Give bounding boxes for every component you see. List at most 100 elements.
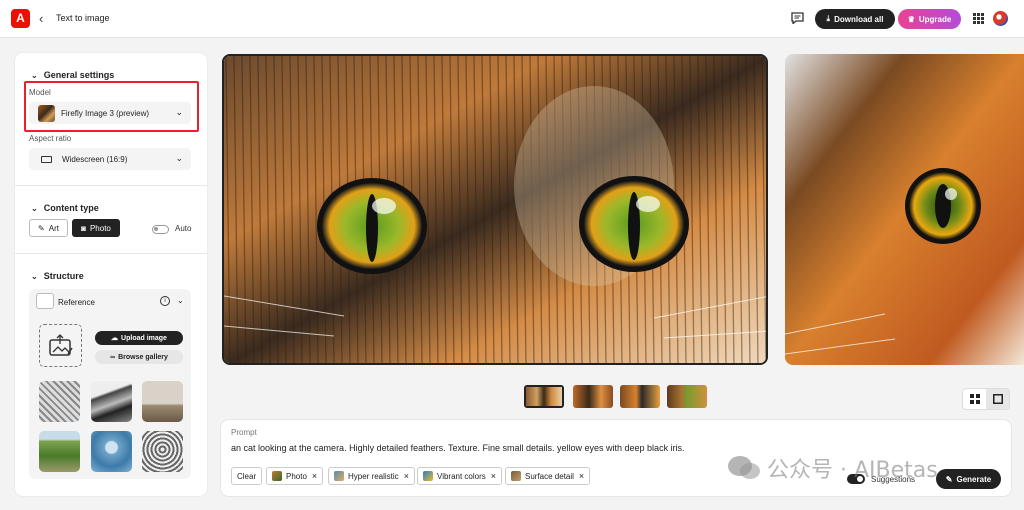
general-settings-heading: General settings — [43, 70, 115, 80]
clear-label: Clear — [237, 471, 257, 481]
generated-image-secondary[interactable] — [785, 54, 1024, 365]
vibrant-colors-icon — [423, 471, 433, 481]
download-all-button[interactable]: ⤓ Download all — [815, 9, 895, 29]
cat-eyes-image — [224, 56, 766, 363]
content-type-toggle[interactable]: ⌄ Content type — [31, 203, 99, 213]
model-select[interactable]: Firefly Image 3 (preview) ⌄ — [29, 102, 191, 124]
brush-icon: ✎ — [38, 223, 45, 233]
auto-toggle[interactable] — [152, 225, 169, 234]
reference-thumbnail[interactable] — [39, 431, 80, 472]
camera-icon: ◙ — [81, 223, 86, 233]
style-tag-hyper-realistic[interactable]: Hyper realistic × — [328, 467, 415, 485]
chevron-down-icon[interactable]: ⌄ — [177, 296, 184, 305]
avatar[interactable] — [993, 11, 1008, 26]
grid-icon — [969, 394, 980, 404]
generate-button[interactable]: ✎ Generate — [936, 469, 1001, 489]
download-all-label: Download all — [834, 14, 884, 24]
surface-detail-icon — [511, 471, 521, 481]
wechat-icon — [728, 456, 760, 479]
widescreen-icon — [41, 155, 52, 163]
close-icon[interactable]: × — [404, 471, 409, 481]
content-type-heading: Content type — [43, 203, 99, 213]
hyper-realistic-icon — [334, 471, 344, 481]
divider — [15, 253, 207, 254]
reference-label: Reference — [58, 298, 95, 307]
clear-button[interactable]: Clear — [231, 467, 263, 485]
aspect-ratio-value: Widescreen (16:9) — [62, 154, 128, 164]
reference-thumbnail[interactable] — [39, 381, 80, 422]
general-settings-toggle[interactable]: ⌄ General settings — [31, 70, 114, 80]
reference-thumbnail[interactable] — [142, 381, 183, 422]
style-tag-surface-detail[interactable]: Surface detail × — [505, 467, 591, 485]
reference-thumbnail[interactable] — [91, 381, 132, 422]
watermark: 公众号 · AIBetas — [727, 452, 938, 484]
model-value: Firefly Image 3 (preview) — [61, 108, 150, 118]
binoculars-icon: ∞ — [110, 353, 116, 361]
close-icon[interactable]: × — [312, 471, 317, 481]
chevron-down-icon: ⌄ — [31, 271, 38, 281]
cloud-upload-icon: ☁ — [111, 335, 119, 342]
adobe-logo-icon[interactable]: A — [11, 9, 30, 28]
browse-gallery-label: Browse gallery — [118, 353, 168, 361]
aspect-ratio-label: Aspect ratio — [29, 134, 72, 143]
crown-icon: ♛ — [907, 14, 915, 24]
prompt-label: Prompt — [231, 428, 257, 437]
upload-dropzone[interactable] — [39, 324, 82, 367]
model-thumbnail-icon — [38, 104, 55, 122]
chevron-down-icon: ⌄ — [175, 107, 183, 117]
art-label: Art — [48, 223, 59, 233]
app-switcher-icon[interactable] — [973, 13, 984, 24]
structure-heading: Structure — [43, 271, 84, 281]
prompt-input[interactable]: an cat looking at the camera. Highly det… — [231, 443, 685, 453]
chevron-down-icon: ⌄ — [31, 203, 38, 213]
upgrade-label: Upgrade — [918, 14, 952, 24]
art-button[interactable]: ✎ Art — [29, 219, 68, 237]
model-label: Model — [29, 88, 51, 97]
upload-image-icon — [48, 333, 73, 356]
single-view-icon — [992, 394, 1003, 404]
image-thumbnail[interactable] — [573, 385, 613, 408]
photo-label: Photo — [89, 223, 111, 233]
close-icon[interactable]: × — [491, 471, 496, 481]
chevron-down-icon: ⌄ — [175, 153, 183, 163]
style-tag-photo[interactable]: Photo × — [266, 467, 324, 485]
chevron-left-icon[interactable]: ‹ — [39, 11, 43, 27]
reference-panel: Reference i ⌄ ☁ Upload image ∞ Browse ga… — [29, 289, 191, 479]
download-icon: ⤓ — [826, 14, 831, 23]
divider — [15, 185, 207, 186]
reference-image-icon — [36, 293, 54, 309]
chevron-down-icon: ⌄ — [31, 70, 38, 80]
info-icon[interactable]: i — [160, 296, 170, 306]
image-thumbnail[interactable] — [620, 385, 660, 408]
photo-button[interactable]: ◙ Photo — [72, 219, 120, 237]
auto-label: Auto — [175, 224, 192, 233]
upload-image-label: Upload image — [121, 334, 167, 342]
generated-image-main[interactable] — [222, 54, 768, 365]
reference-thumbnail[interactable] — [91, 431, 132, 472]
tag-label: Hyper realistic — [348, 471, 399, 481]
watermark-text: 公众号 · AIBetas — [767, 458, 938, 483]
structure-toggle[interactable]: ⌄ Structure — [31, 271, 84, 281]
tag-label: Vibrant colors — [437, 471, 486, 481]
photo-style-icon — [272, 471, 282, 481]
upload-image-button[interactable]: ☁ Upload image — [95, 331, 183, 345]
generate-icon: ✎ — [945, 474, 953, 484]
reference-thumbnail[interactable] — [142, 431, 183, 472]
view-toggle — [962, 388, 1010, 410]
feedback-icon[interactable] — [791, 12, 804, 24]
page-title: Text to image — [56, 13, 110, 23]
tag-label: Photo — [286, 471, 307, 481]
aspect-ratio-select[interactable]: Widescreen (16:9) ⌄ — [29, 148, 191, 170]
style-tag-vibrant-colors[interactable]: Vibrant colors × — [417, 467, 503, 485]
top-bar: A ‹ Text to image ⤓ Download all ♛ Upgra… — [0, 0, 1024, 38]
settings-panel: ⌄ General settings Model Firefly Image 3… — [15, 53, 207, 496]
browse-gallery-button[interactable]: ∞ Browse gallery — [95, 350, 183, 364]
single-view-button[interactable] — [986, 389, 1009, 409]
grid-view-button[interactable] — [963, 389, 986, 409]
close-icon[interactable]: × — [579, 471, 584, 481]
upgrade-button[interactable]: ♛ Upgrade — [898, 9, 961, 29]
tag-label: Surface detail — [525, 471, 574, 481]
cat-face-image — [785, 54, 1024, 365]
image-thumbnail[interactable] — [524, 385, 564, 408]
image-thumbnail[interactable] — [667, 385, 707, 408]
